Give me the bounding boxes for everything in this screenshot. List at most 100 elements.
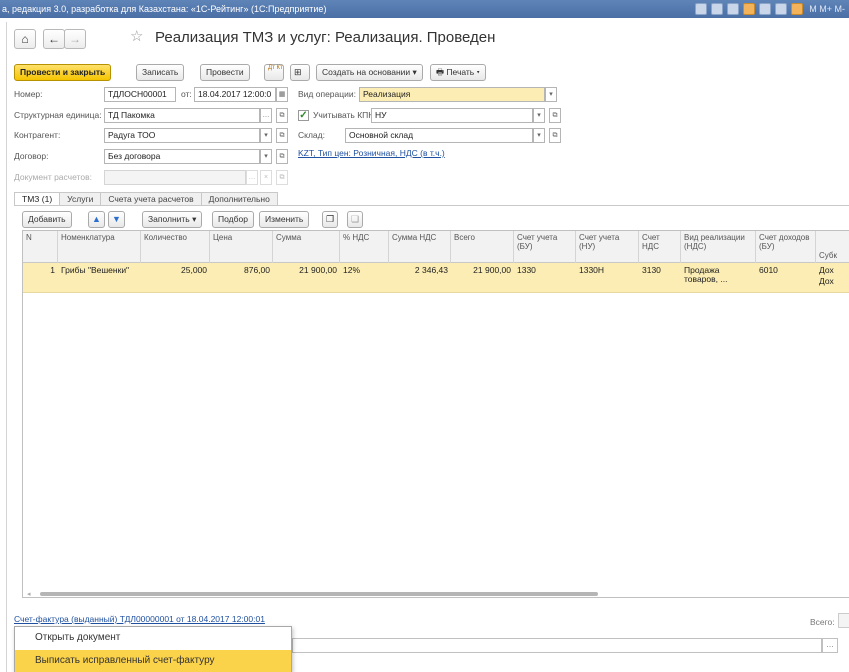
comment-field[interactable]	[292, 638, 822, 653]
cell-vat-rate[interactable]: 12%	[340, 263, 389, 293]
col-vat-rate[interactable]: % НДС	[340, 231, 389, 263]
forward-button[interactable]: →	[64, 29, 86, 49]
calculator-icon[interactable]	[775, 3, 788, 15]
copy-row-icon[interactable]: ❐	[322, 211, 339, 228]
copy-rows-icon[interactable]: ❏	[347, 211, 364, 228]
search-icon[interactable]	[727, 3, 740, 15]
cell-qty[interactable]: 25,000	[141, 263, 210, 293]
scroll-left-icon[interactable]: ◂	[27, 590, 31, 598]
contract-dropdown-icon[interactable]: ▾	[260, 149, 272, 164]
move-up-icon[interactable]: ▲	[88, 211, 105, 228]
optype-dropdown-icon[interactable]: ▾	[545, 87, 557, 102]
tab-accounts[interactable]: Счета учета расчетов	[100, 192, 202, 206]
favorites-icon[interactable]	[743, 3, 756, 15]
cell-total[interactable]: 21 900,00	[451, 263, 514, 293]
cell-acc-nu[interactable]: 1330Н	[576, 263, 639, 293]
struct-select-button[interactable]: …	[260, 108, 272, 123]
tab-divider	[14, 205, 849, 206]
post-and-close-button[interactable]: Провести и закрыть	[14, 64, 112, 81]
cell-sale-type[interactable]: Продажа товаров, ...	[681, 263, 756, 293]
tab-services[interactable]: Услуги	[59, 192, 102, 206]
select-button[interactable]: Подбор	[212, 211, 254, 228]
scrollbar-thumb[interactable]	[40, 592, 598, 596]
comment-expand-button[interactable]: …	[822, 638, 838, 653]
warehouse-open-icon[interactable]: ⧉	[549, 128, 561, 143]
warehouse-field[interactable]: Основной склад	[345, 128, 533, 143]
date-label: от:	[181, 89, 192, 99]
cell-item[interactable]: Грибы "Вешенки"	[58, 263, 141, 293]
info-icon[interactable]	[791, 3, 804, 15]
warehouse-dropdown-icon[interactable]: ▾	[533, 128, 545, 143]
kpn-open-icon[interactable]: ⧉	[549, 108, 561, 123]
tab-additional[interactable]: Дополнительно	[200, 192, 278, 206]
kpn-dropdown-icon[interactable]: ▾	[533, 108, 545, 123]
home-small-icon[interactable]	[695, 3, 708, 15]
invoice-link[interactable]: Счет-фактура (выданный) ТДЛ00000001 от 1…	[14, 614, 265, 624]
warehouse-label: Склад:	[298, 130, 325, 140]
dt-kt-icon[interactable]: Дт Кт	[264, 64, 284, 81]
col-price[interactable]: Цена	[210, 231, 273, 263]
fill-button[interactable]: Заполнить ▾	[142, 211, 203, 228]
star-icon[interactable]: ☆	[130, 27, 143, 45]
kpn-checkbox[interactable]: ✓	[298, 110, 309, 121]
print-button[interactable]: 🖶 Печать ▾	[430, 64, 486, 81]
cell-income-acc[interactable]: 6010	[756, 263, 816, 293]
home-button[interactable]: ⌂	[14, 29, 36, 49]
contract-field[interactable]: Без договора	[104, 149, 260, 164]
post-button[interactable]: Провести	[200, 64, 250, 81]
col-qty[interactable]: Количество	[141, 231, 210, 263]
cell-acc-bu[interactable]: 1330	[514, 263, 576, 293]
table-row[interactable]: 1 Грибы "Вешенки" 25,000 876,00 21 900,0…	[23, 263, 849, 293]
calendar-picker-icon[interactable]: ▦	[276, 87, 288, 102]
contractor-dropdown-icon[interactable]: ▾	[260, 128, 272, 143]
col-sum[interactable]: Сумма	[273, 231, 340, 263]
total-field	[838, 613, 849, 628]
kpn-field[interactable]: НУ	[371, 108, 533, 123]
change-button[interactable]: Изменить	[259, 211, 310, 228]
calendar-icon[interactable]	[759, 3, 772, 15]
memory-buttons[interactable]: M M+ M-	[809, 3, 845, 15]
cell-subconto-2[interactable]: Дох	[816, 274, 849, 304]
cell-n[interactable]: 1	[23, 263, 58, 293]
tab-bar: ТМЗ (1) Услуги Счета учета расчетов Допо…	[14, 192, 278, 206]
back-button[interactable]: ←	[43, 29, 65, 49]
cell-vat-sum[interactable]: 2 346,43	[389, 263, 451, 293]
create-based-on-button[interactable]: Создать на основании ▾	[316, 64, 423, 81]
col-acc-bu[interactable]: Счет учета (БУ)	[514, 231, 576, 263]
cell-price[interactable]: 876,00	[210, 263, 273, 293]
struct-open-icon[interactable]: ⧉	[276, 108, 288, 123]
cell-acc-vat[interactable]: 3130	[639, 263, 681, 293]
optype-select[interactable]: Реализация	[359, 87, 545, 102]
col-income-acc[interactable]: Счет доходов (БУ)	[756, 231, 816, 263]
menu-open-document[interactable]: Открыть документ	[15, 627, 291, 649]
add-row-button[interactable]: Добавить	[22, 211, 72, 228]
move-down-icon[interactable]: ▼	[108, 211, 125, 228]
contractor-field[interactable]: Радуга ТОО	[104, 128, 260, 143]
structure-icon[interactable]: ⊞	[290, 64, 310, 81]
forward-arrow-icon: →	[69, 32, 81, 46]
history-icon[interactable]	[711, 3, 724, 15]
horizontal-scrollbar[interactable]: ◂	[24, 590, 849, 598]
back-arrow-icon: ←	[48, 32, 60, 46]
col-n[interactable]: N	[23, 231, 58, 263]
save-button[interactable]: Записать	[136, 64, 185, 81]
date-field[interactable]: 18.04.2017 12:00:0	[194, 87, 276, 102]
menu-issue-corrected-invoice[interactable]: Выписать исправленный счет-фактуру	[15, 650, 291, 672]
col-vat-sum[interactable]: Сумма НДС	[389, 231, 451, 263]
settlement-select-button: …	[246, 170, 258, 185]
col-sale-type[interactable]: Вид реализации (НДС)	[681, 231, 756, 263]
contractor-open-icon[interactable]: ⧉	[276, 128, 288, 143]
col-acc-nu[interactable]: Счет учета (НУ)	[576, 231, 639, 263]
cell-sum[interactable]: 21 900,00	[273, 263, 340, 293]
settlement-clear-icon: ×	[260, 170, 272, 185]
price-settings-link[interactable]: KZT, Тип цен: Розничная, НДС (в т.ч.)	[298, 148, 445, 158]
col-acc-vat[interactable]: Счет НДС	[639, 231, 681, 263]
struct-field[interactable]: ТД Пакомка	[104, 108, 260, 123]
invoice-context-menu: Открыть документ Выписать исправленный с…	[14, 626, 292, 672]
tab-goods[interactable]: ТМЗ (1)	[14, 192, 61, 206]
col-item[interactable]: Номенклатура	[58, 231, 141, 263]
contract-open-icon[interactable]: ⧉	[276, 149, 288, 164]
col-subconto[interactable]: Субк	[816, 231, 849, 263]
number-field[interactable]: ТДЛОСН00001	[104, 87, 176, 102]
col-total[interactable]: Всего	[451, 231, 514, 263]
